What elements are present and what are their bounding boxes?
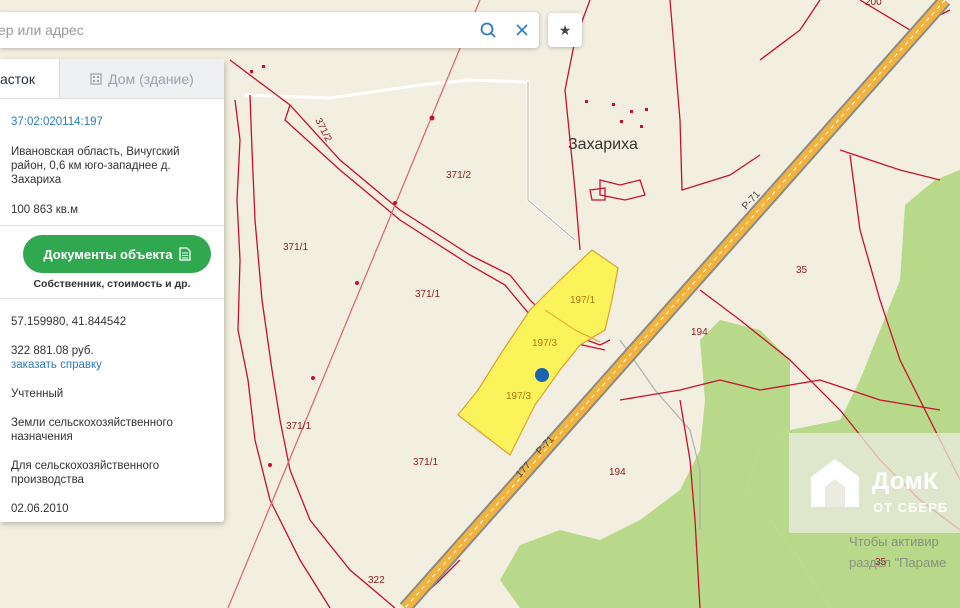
documents-hint: Собственник, стоимость и др. xyxy=(33,278,191,290)
watermark-brand-sub: ОТ СБЕРБ xyxy=(873,500,949,515)
cadastral-number[interactable]: 37:02:020114:197 xyxy=(11,115,216,129)
parcel-status: Учтенный xyxy=(11,388,64,400)
tab-label: асток xyxy=(0,70,35,87)
village-label: Захариха xyxy=(568,136,638,153)
info-panel: асток Дом (здание) 37:02:020114:197 Иван… xyxy=(0,59,224,522)
location-marker[interactable] xyxy=(535,368,549,382)
documents-button-label: Документы объекта xyxy=(43,246,173,262)
parcel-label: 197/3 xyxy=(506,391,531,402)
parcel-label: 322 xyxy=(368,575,385,586)
parcel-label: 194 xyxy=(609,467,626,478)
document-icon xyxy=(179,247,191,261)
parcel-label: 371/1 xyxy=(415,289,440,300)
land-category: Земли сельскохозяйственного назначения xyxy=(11,417,173,443)
activation-text: Чтобы активир xyxy=(849,534,939,549)
tab-parcel[interactable]: асток xyxy=(0,59,59,98)
search-input[interactable] xyxy=(0,12,471,48)
parcel-label: 194 xyxy=(691,327,708,338)
watermark-brand: ДомК xyxy=(872,468,939,495)
cadastral-value: 322 881.08 руб. xyxy=(11,345,94,357)
parcel-address: Ивановская область, Вичугский район, 0,6… xyxy=(11,146,180,186)
tab-label: Дом (здание) xyxy=(108,70,194,87)
search-bar xyxy=(0,12,539,48)
house-logo-icon xyxy=(811,459,859,507)
parcel-coordinates: 57.159980, 41.844542 xyxy=(11,316,127,328)
parcel-label: 197/1 xyxy=(570,295,595,306)
star-icon: ★ xyxy=(558,21,572,38)
tab-building[interactable]: Дом (здание) xyxy=(59,59,224,98)
parcel-label: 371/1 xyxy=(286,421,311,432)
parcel-label: 35 xyxy=(796,265,808,276)
registration-date: 02.06.2010 xyxy=(11,503,69,515)
parcel-label: 200 xyxy=(865,0,882,8)
search-icon[interactable] xyxy=(471,13,505,47)
divider xyxy=(0,225,224,226)
order-certificate-link[interactable]: заказать справку xyxy=(11,358,216,372)
activation-text: раздел "Параме xyxy=(849,555,947,570)
close-icon[interactable] xyxy=(505,13,539,47)
parcel-label: 371/1 xyxy=(283,242,308,253)
panel-tabs: асток Дом (здание) xyxy=(0,59,224,99)
parcel-label: 197/3 xyxy=(532,338,557,349)
parcel-label: 371/1 xyxy=(413,457,438,468)
parcel-label: 371/2 xyxy=(446,170,471,181)
building-icon xyxy=(90,72,102,85)
permitted-use: Для сельскохозяйственного производства xyxy=(11,460,160,486)
documents-button[interactable]: Документы объекта xyxy=(23,235,211,273)
parcel-area: 100 863 кв.м xyxy=(11,204,79,216)
divider xyxy=(0,298,224,299)
favorite-button[interactable]: ★ xyxy=(548,13,582,47)
